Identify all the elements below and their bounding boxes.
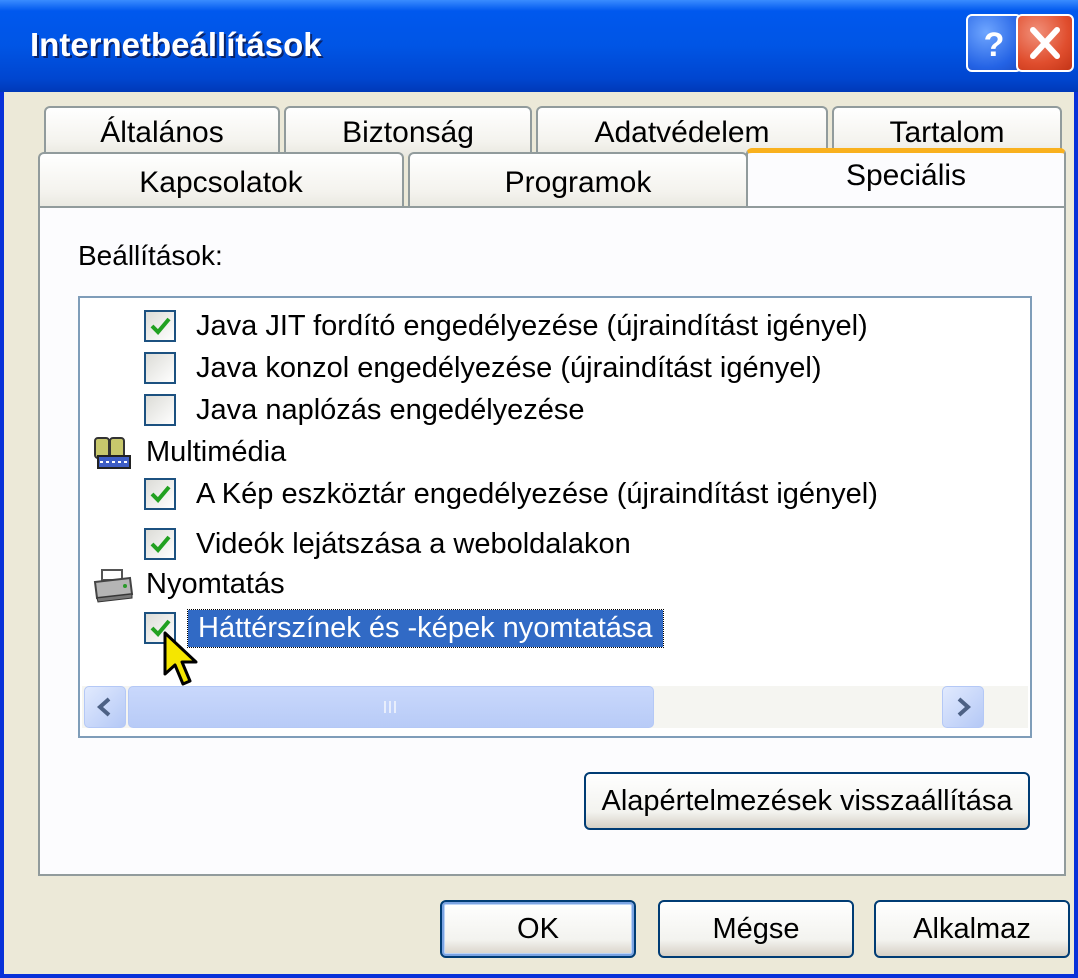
list-item-label: Java JIT fordító engedélyezése (újraindí… [196,309,868,342]
restore-defaults-button[interactable]: Alapértelmezések visszaállítása [584,772,1030,830]
list-item[interactable]: Java JIT fordító engedélyezése (újraindí… [144,306,868,346]
help-icon: ? [984,26,1005,64]
checkbox-image-toolbar[interactable] [144,478,176,510]
list-item-selected[interactable]: Háttérszínek és -képek nyomtatása [144,608,664,648]
svg-text:?: ? [984,26,1005,64]
mouse-pointer-icon [163,631,198,686]
settings-listbox[interactable]: Java JIT fordító engedélyezése (újraindí… [78,296,1032,738]
checkmark-icon [150,485,171,503]
group-label-multimedia: Multimédia [146,435,287,468]
list-item[interactable]: Java naplózás engedélyezése [144,390,585,430]
list-item-label: Java naplózás engedélyezése [196,393,585,426]
list-item[interactable]: Videók lejátszása a weboldalakon [144,524,631,564]
tab-security[interactable]: Biztonság [284,106,532,156]
close-button[interactable] [1016,14,1074,72]
ok-button[interactable]: OK [440,900,636,958]
internet-options-dialog: Internetbeállítások ? Általános Biztonsá… [0,0,1078,978]
group-header: Nyomtatás [92,564,285,604]
tab-content-label: Tartalom [889,116,1005,149]
checkbox-java-console[interactable] [144,352,176,384]
tab-programs[interactable]: Programok [408,152,748,208]
chevron-right-icon [957,697,972,717]
tab-programs-label: Programok [504,166,652,199]
printer-icon [93,569,134,603]
tab-privacy-label: Adatvédelem [594,116,770,149]
tab-advanced-label: Speciális [845,159,967,192]
window-title: Internetbeállítások [30,26,322,63]
list-item[interactable]: Java konzol engedélyezése (újraindítást … [144,348,821,388]
tab-advanced[interactable]: Speciális [746,148,1066,206]
tab-general-label: Általános [100,116,224,149]
list-item-label: Háttérszínek és -képek nyomtatása [187,608,664,648]
multimedia-icon [94,437,131,469]
scroll-left-button[interactable] [84,686,126,728]
scroll-right-button[interactable] [942,686,984,728]
tab-connections-label: Kapcsolatok [139,166,303,199]
list-item-label: Videók lejátszása a weboldalakon [196,527,631,560]
checkbox-play-videos[interactable] [144,528,176,560]
title-bar[interactable]: Internetbeállítások ? [0,0,1078,92]
checkbox-java-jit[interactable] [144,310,176,342]
tab-security-label: Biztonság [342,116,474,149]
group-label-printing: Nyomtatás [146,567,285,600]
close-icon [1030,27,1060,59]
list-item-label: A Kép eszköztár engedélyezése (újraindít… [196,477,878,510]
checkmark-icon [150,535,171,553]
list-item-label: Java konzol engedélyezése (újraindítást … [196,351,822,384]
checkbox-java-logging[interactable] [144,394,176,426]
checkmark-icon [150,317,171,335]
chevron-left-icon [96,697,111,717]
horizontal-scrollbar[interactable] [82,686,1028,728]
group-header: Multimédia [92,432,286,472]
tab-connections[interactable]: Kapcsolatok [38,152,404,208]
horizontal-scroll-thumb[interactable] [128,686,654,728]
settings-label: Beállítások: [78,240,223,271]
list-item[interactable]: A Kép eszköztár engedélyezése (újraindít… [144,474,878,514]
tab-general[interactable]: Általános [44,106,280,156]
cancel-button[interactable]: Mégse [658,900,854,958]
apply-button[interactable]: Alkalmaz [874,900,1070,958]
grip-icon [384,701,396,713]
help-button[interactable]: ? [966,14,1022,72]
